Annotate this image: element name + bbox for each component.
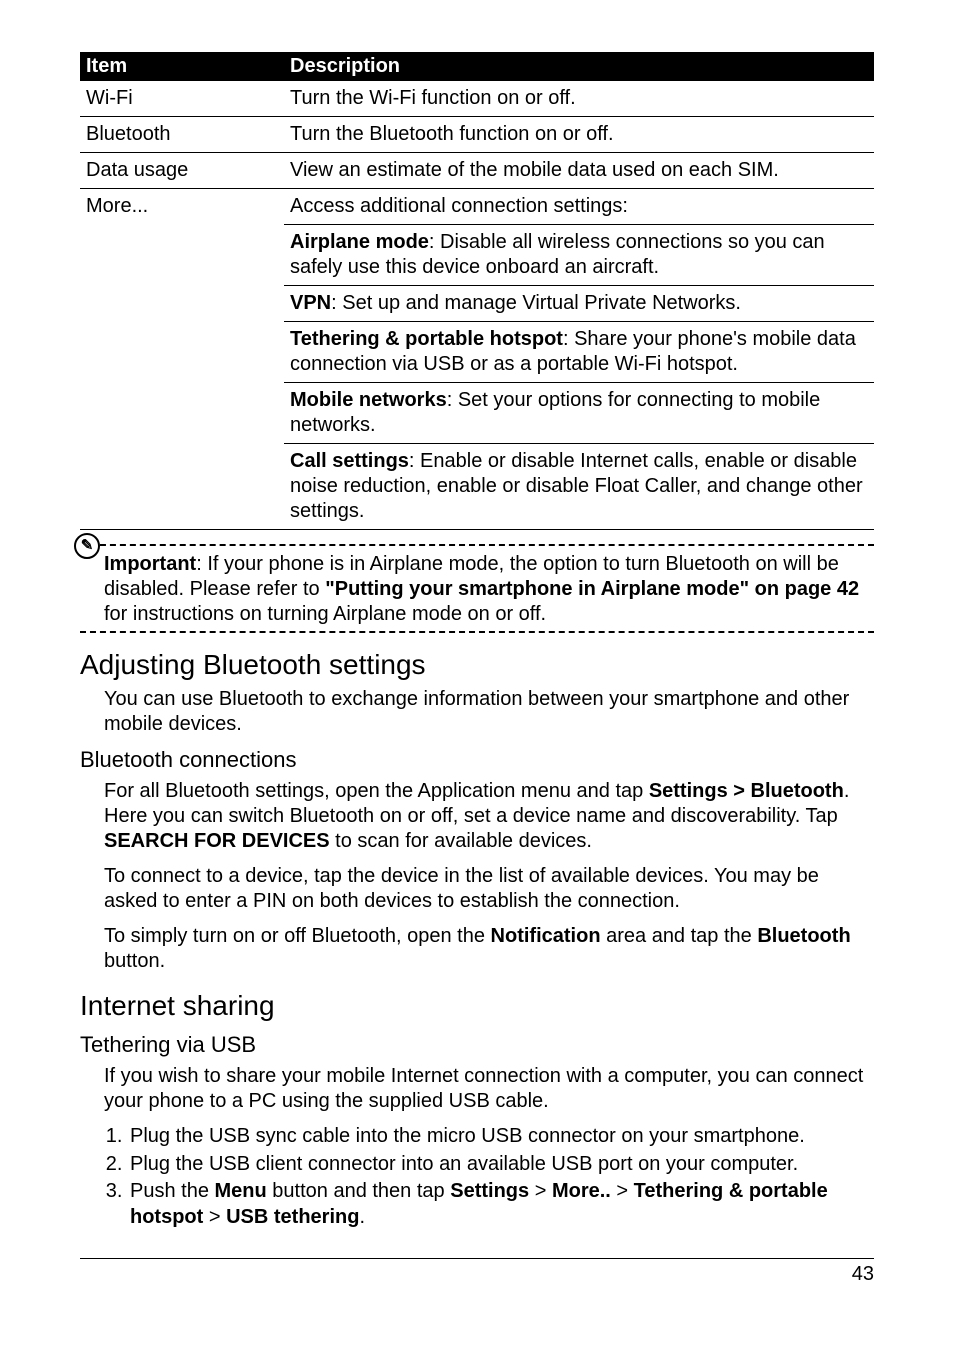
heading-internet-sharing: Internet sharing bbox=[80, 990, 874, 1022]
sep: > bbox=[529, 1180, 552, 1202]
term: VPN bbox=[290, 292, 331, 314]
search-for-devices-label: SEARCH FOR DEVICES bbox=[104, 830, 330, 852]
footer-rule bbox=[80, 1258, 874, 1259]
item-cell: Wi-Fi bbox=[80, 81, 284, 117]
more-entry: Tethering & portable hotspot: Share your… bbox=[284, 322, 874, 383]
text: To simply turn on or off Bluetooth, open… bbox=[104, 925, 491, 947]
important-label: Important bbox=[104, 553, 196, 575]
text: area and tap the bbox=[601, 925, 758, 947]
table-row: Wi-Fi Turn the Wi-Fi function on or off. bbox=[80, 81, 874, 117]
bluetooth-connections-p2: To connect to a device, tap the device i… bbox=[104, 864, 874, 914]
col-item-header: Item bbox=[80, 52, 284, 81]
notification-label: Notification bbox=[491, 925, 601, 947]
more-entry: VPN: Set up and manage Virtual Private N… bbox=[284, 286, 874, 322]
list-item: Plug the USB sync cable into the micro U… bbox=[128, 1124, 874, 1150]
bluetooth-intro: You can use Bluetooth to exchange inform… bbox=[104, 687, 874, 737]
term: Mobile networks bbox=[290, 389, 447, 411]
term: Airplane mode bbox=[290, 231, 429, 253]
page: Item Description Wi-Fi Turn the Wi-Fi fu… bbox=[0, 0, 954, 1326]
text: Push the bbox=[130, 1180, 215, 1202]
more-label: More.. bbox=[552, 1180, 611, 1202]
usb-steps: Plug the USB sync cable into the micro U… bbox=[104, 1124, 874, 1230]
table-row-more: More... Access additional connection set… bbox=[80, 189, 874, 225]
text: button and then tap bbox=[267, 1180, 451, 1202]
important-callout: ✎ Important: If your phone is in Airplan… bbox=[80, 544, 874, 633]
more-entry: Airplane mode: Disable all wireless conn… bbox=[284, 225, 874, 286]
usb-intro: If you wish to share your mobile Interne… bbox=[104, 1064, 874, 1114]
more-lead: Access additional connection settings: bbox=[284, 189, 874, 225]
table-row: Bluetooth Turn the Bluetooth function on… bbox=[80, 117, 874, 153]
pencil-icon: ✎ bbox=[74, 533, 100, 559]
settings-table: Item Description Wi-Fi Turn the Wi-Fi fu… bbox=[80, 52, 874, 530]
list-item: Push the Menu button and then tap Settin… bbox=[128, 1179, 874, 1230]
text: . bbox=[359, 1206, 365, 1228]
sep: > bbox=[611, 1180, 634, 1202]
item-cell: Bluetooth bbox=[80, 117, 284, 153]
more-entry: Call settings: Enable or disable Interne… bbox=[284, 444, 874, 530]
desc-cell: Turn the Bluetooth function on or off. bbox=[284, 117, 874, 153]
menu-label: Menu bbox=[215, 1180, 267, 1202]
important-after: for instructions on turning Airplane mod… bbox=[104, 603, 546, 625]
text: to scan for available devices. bbox=[330, 830, 592, 852]
bluetooth-label: Bluetooth bbox=[757, 925, 850, 947]
term: Call settings bbox=[290, 450, 409, 472]
bluetooth-connections-p1: For all Bluetooth settings, open the App… bbox=[104, 779, 874, 854]
path-settings-bluetooth: Settings > Bluetooth bbox=[649, 780, 844, 802]
desc-cell: Turn the Wi-Fi function on or off. bbox=[284, 81, 874, 117]
item-cell-more: More... bbox=[80, 189, 284, 530]
table-row: Data usage View an estimate of the mobil… bbox=[80, 153, 874, 189]
page-number: 43 bbox=[80, 1263, 874, 1286]
text: button. bbox=[104, 950, 165, 972]
more-entry: Mobile networks: Set your options for co… bbox=[284, 383, 874, 444]
bluetooth-connections-p3: To simply turn on or off Bluetooth, open… bbox=[104, 924, 874, 974]
heading-tethering-usb: Tethering via USB bbox=[80, 1032, 874, 1058]
term: Tethering & portable hotspot bbox=[290, 328, 563, 350]
heading-bluetooth-settings: Adjusting Bluetooth settings bbox=[80, 649, 874, 681]
col-desc-header: Description bbox=[284, 52, 874, 81]
usb-tethering-label: USB tethering bbox=[226, 1206, 359, 1228]
important-text: Important: If your phone is in Airplane … bbox=[80, 544, 874, 633]
text: For all Bluetooth settings, open the App… bbox=[104, 780, 649, 802]
list-item: Plug the USB client connector into an av… bbox=[128, 1152, 874, 1178]
sep: > bbox=[203, 1206, 226, 1228]
table-header-row: Item Description bbox=[80, 52, 874, 81]
desc-cell: View an estimate of the mobile data used… bbox=[284, 153, 874, 189]
important-ref: "Putting your smartphone in Airplane mod… bbox=[325, 578, 859, 600]
settings-label: Settings bbox=[450, 1180, 529, 1202]
heading-bluetooth-connections: Bluetooth connections bbox=[80, 747, 874, 773]
item-cell: Data usage bbox=[80, 153, 284, 189]
term-rest: : Set up and manage Virtual Private Netw… bbox=[331, 292, 741, 314]
